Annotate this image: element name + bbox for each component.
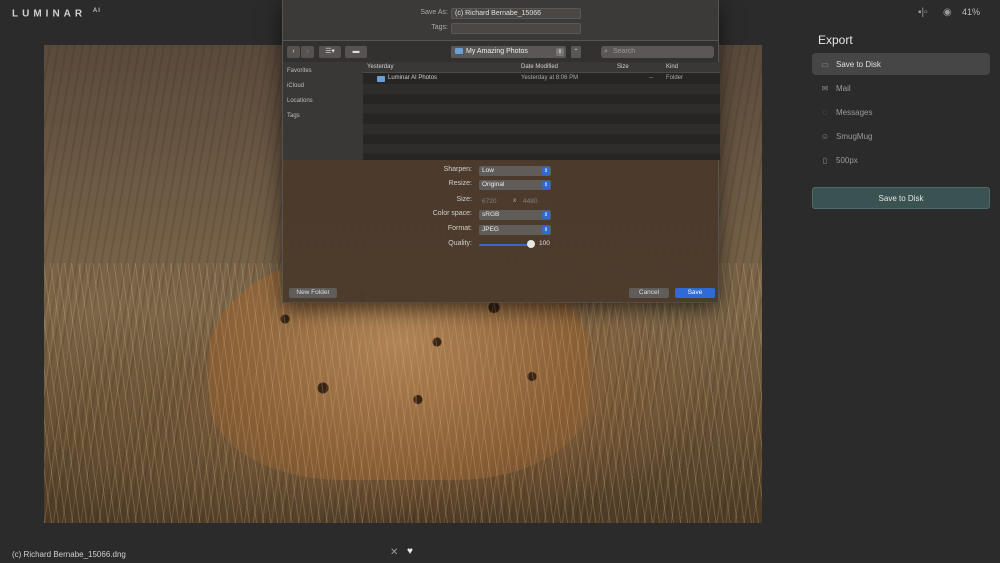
compare-icon[interactable]: ▪|▫ (918, 7, 928, 18)
export-options: Sharpen: Low ⇕ Resize: Original ⇕ Size: 67… (283, 160, 718, 303)
resize-label: Resize: (448, 180, 472, 187)
file-name: Luminar AI Photos (388, 75, 438, 81)
export-item-label: Save to Disk (836, 59, 881, 69)
panel-title: Export (818, 33, 853, 47)
export-smugmug[interactable]: ☺ SmugMug (812, 125, 990, 147)
format-label: Format: (447, 225, 472, 232)
quality-value: 100 (539, 240, 550, 247)
export-item-label: Messages (836, 107, 873, 117)
new-folder-button[interactable]: New Folder (289, 288, 337, 298)
dialog-navbar: ‹ › ☰▾ ▬ My Amazing Photos ⇕ ⌃ ⌕ Search (283, 40, 718, 62)
folder-icon: ▭ (821, 59, 829, 69)
empty-row (363, 104, 720, 114)
file-list: Yesterday Date Modified Size Kind Lumina… (363, 62, 720, 160)
resize-select[interactable]: Original ⇕ (479, 180, 551, 190)
column-name[interactable]: Yesterday (367, 64, 393, 70)
mail-icon: ✉ (821, 83, 829, 93)
height-field[interactable]: 4480 (520, 197, 550, 207)
view-mode-button[interactable]: ☰▾ (319, 46, 341, 58)
colorspace-label: Color space: (432, 210, 472, 217)
file-size: -- (649, 75, 653, 81)
column-date-modified[interactable]: Date Modified (521, 64, 558, 70)
sidebar-item-favorites[interactable]: Favorites (287, 68, 312, 74)
export-500px[interactable]: ▯ 500px (812, 149, 990, 171)
export-item-label: 500px (836, 155, 858, 165)
file-list-header: Yesterday Date Modified Size Kind (363, 62, 720, 73)
new-folder-icon[interactable]: ▬ (345, 46, 367, 58)
save-as-label: Save As: (420, 9, 448, 16)
size-label: Size: (456, 196, 472, 203)
save-dialog: Save As: (c) Richard Bernabe_15066 Tags:… (282, 0, 720, 303)
sidebar-item-tags[interactable]: Tags (287, 113, 300, 119)
chevron-updown-icon: ⇕ (556, 48, 564, 56)
column-size[interactable]: Size (617, 64, 629, 70)
dialog-sidebar: Favorites iCloud Locations Tags (283, 62, 363, 160)
export-mail[interactable]: ✉ Mail (812, 77, 990, 99)
search-input[interactable]: ⌕ Search (601, 46, 714, 58)
empty-row (363, 84, 720, 94)
back-button[interactable]: ‹ (287, 46, 300, 58)
colorspace-select[interactable]: sRGB ⇕ (479, 210, 551, 220)
empty-row (363, 144, 720, 154)
save-to-disk-button[interactable]: Save to Disk (812, 187, 990, 209)
reject-icon[interactable]: ✕ (390, 547, 398, 558)
file-row[interactable]: Luminar AI Photos Yesterday at 8:06 PM -… (363, 74, 720, 84)
export-panel: Export ▭ Save to Disk ✉ Mail ◌ Messages … (800, 26, 1000, 563)
photo-filename: (c) Richard Bernabe_15066.dng (12, 550, 126, 559)
export-messages[interactable]: ◌ Messages (812, 101, 990, 123)
tags-field[interactable] (451, 23, 581, 34)
quality-slider-knob[interactable] (527, 240, 535, 248)
chevron-updown-icon: ⇕ (542, 226, 550, 234)
sidebar-item-locations[interactable]: Locations (287, 98, 313, 104)
empty-row (363, 124, 720, 134)
save-as-field[interactable]: (c) Richard Bernabe_15066 (451, 8, 581, 19)
column-kind[interactable]: Kind (666, 64, 678, 70)
cancel-button[interactable]: Cancel (629, 288, 669, 298)
file-date: Yesterday at 8:06 PM (521, 75, 579, 81)
chevron-updown-icon: ⇕ (542, 181, 550, 189)
format-select[interactable]: JPEG ⇕ (479, 225, 551, 235)
chevron-updown-icon: ⇕ (542, 167, 550, 175)
folder-icon (377, 76, 385, 82)
favorite-icon[interactable]: ♥ (407, 546, 413, 557)
export-save-to-disk[interactable]: ▭ Save to Disk (812, 53, 990, 75)
sidebar-item-icloud[interactable]: iCloud (287, 83, 304, 89)
chevron-updown-icon: ⇕ (542, 211, 550, 219)
sharpen-label: Sharpen: (443, 166, 472, 173)
eye-icon[interactable]: ◉ (943, 7, 952, 18)
messages-icon: ◌ (822, 107, 828, 117)
folder-icon (455, 48, 463, 55)
export-item-label: SmugMug (836, 131, 873, 141)
sharpen-select[interactable]: Low ⇕ (479, 166, 551, 176)
quality-label: Quality: (448, 240, 472, 247)
500px-icon: ▯ (822, 155, 828, 165)
zoom-level[interactable]: 41% (962, 7, 980, 17)
quality-slider-track[interactable] (479, 244, 531, 246)
save-button[interactable]: Save (675, 288, 715, 298)
app-logo: LUMINAR AI (12, 8, 101, 20)
size-separator: x (513, 197, 517, 204)
tags-label: Tags: (431, 24, 448, 31)
smugmug-icon: ☺ (820, 131, 830, 141)
expand-toggle-button[interactable]: ⌃ (571, 46, 581, 58)
file-kind: Folder (666, 75, 684, 81)
dialog-header: Save As: (c) Richard Bernabe_15066 Tags: (283, 0, 718, 40)
width-field[interactable]: 6720 (479, 197, 509, 207)
forward-button[interactable]: › (301, 46, 314, 58)
search-icon: ⌕ (604, 48, 608, 55)
location-select[interactable]: My Amazing Photos ⇕ (451, 46, 566, 58)
export-item-label: Mail (836, 83, 851, 93)
